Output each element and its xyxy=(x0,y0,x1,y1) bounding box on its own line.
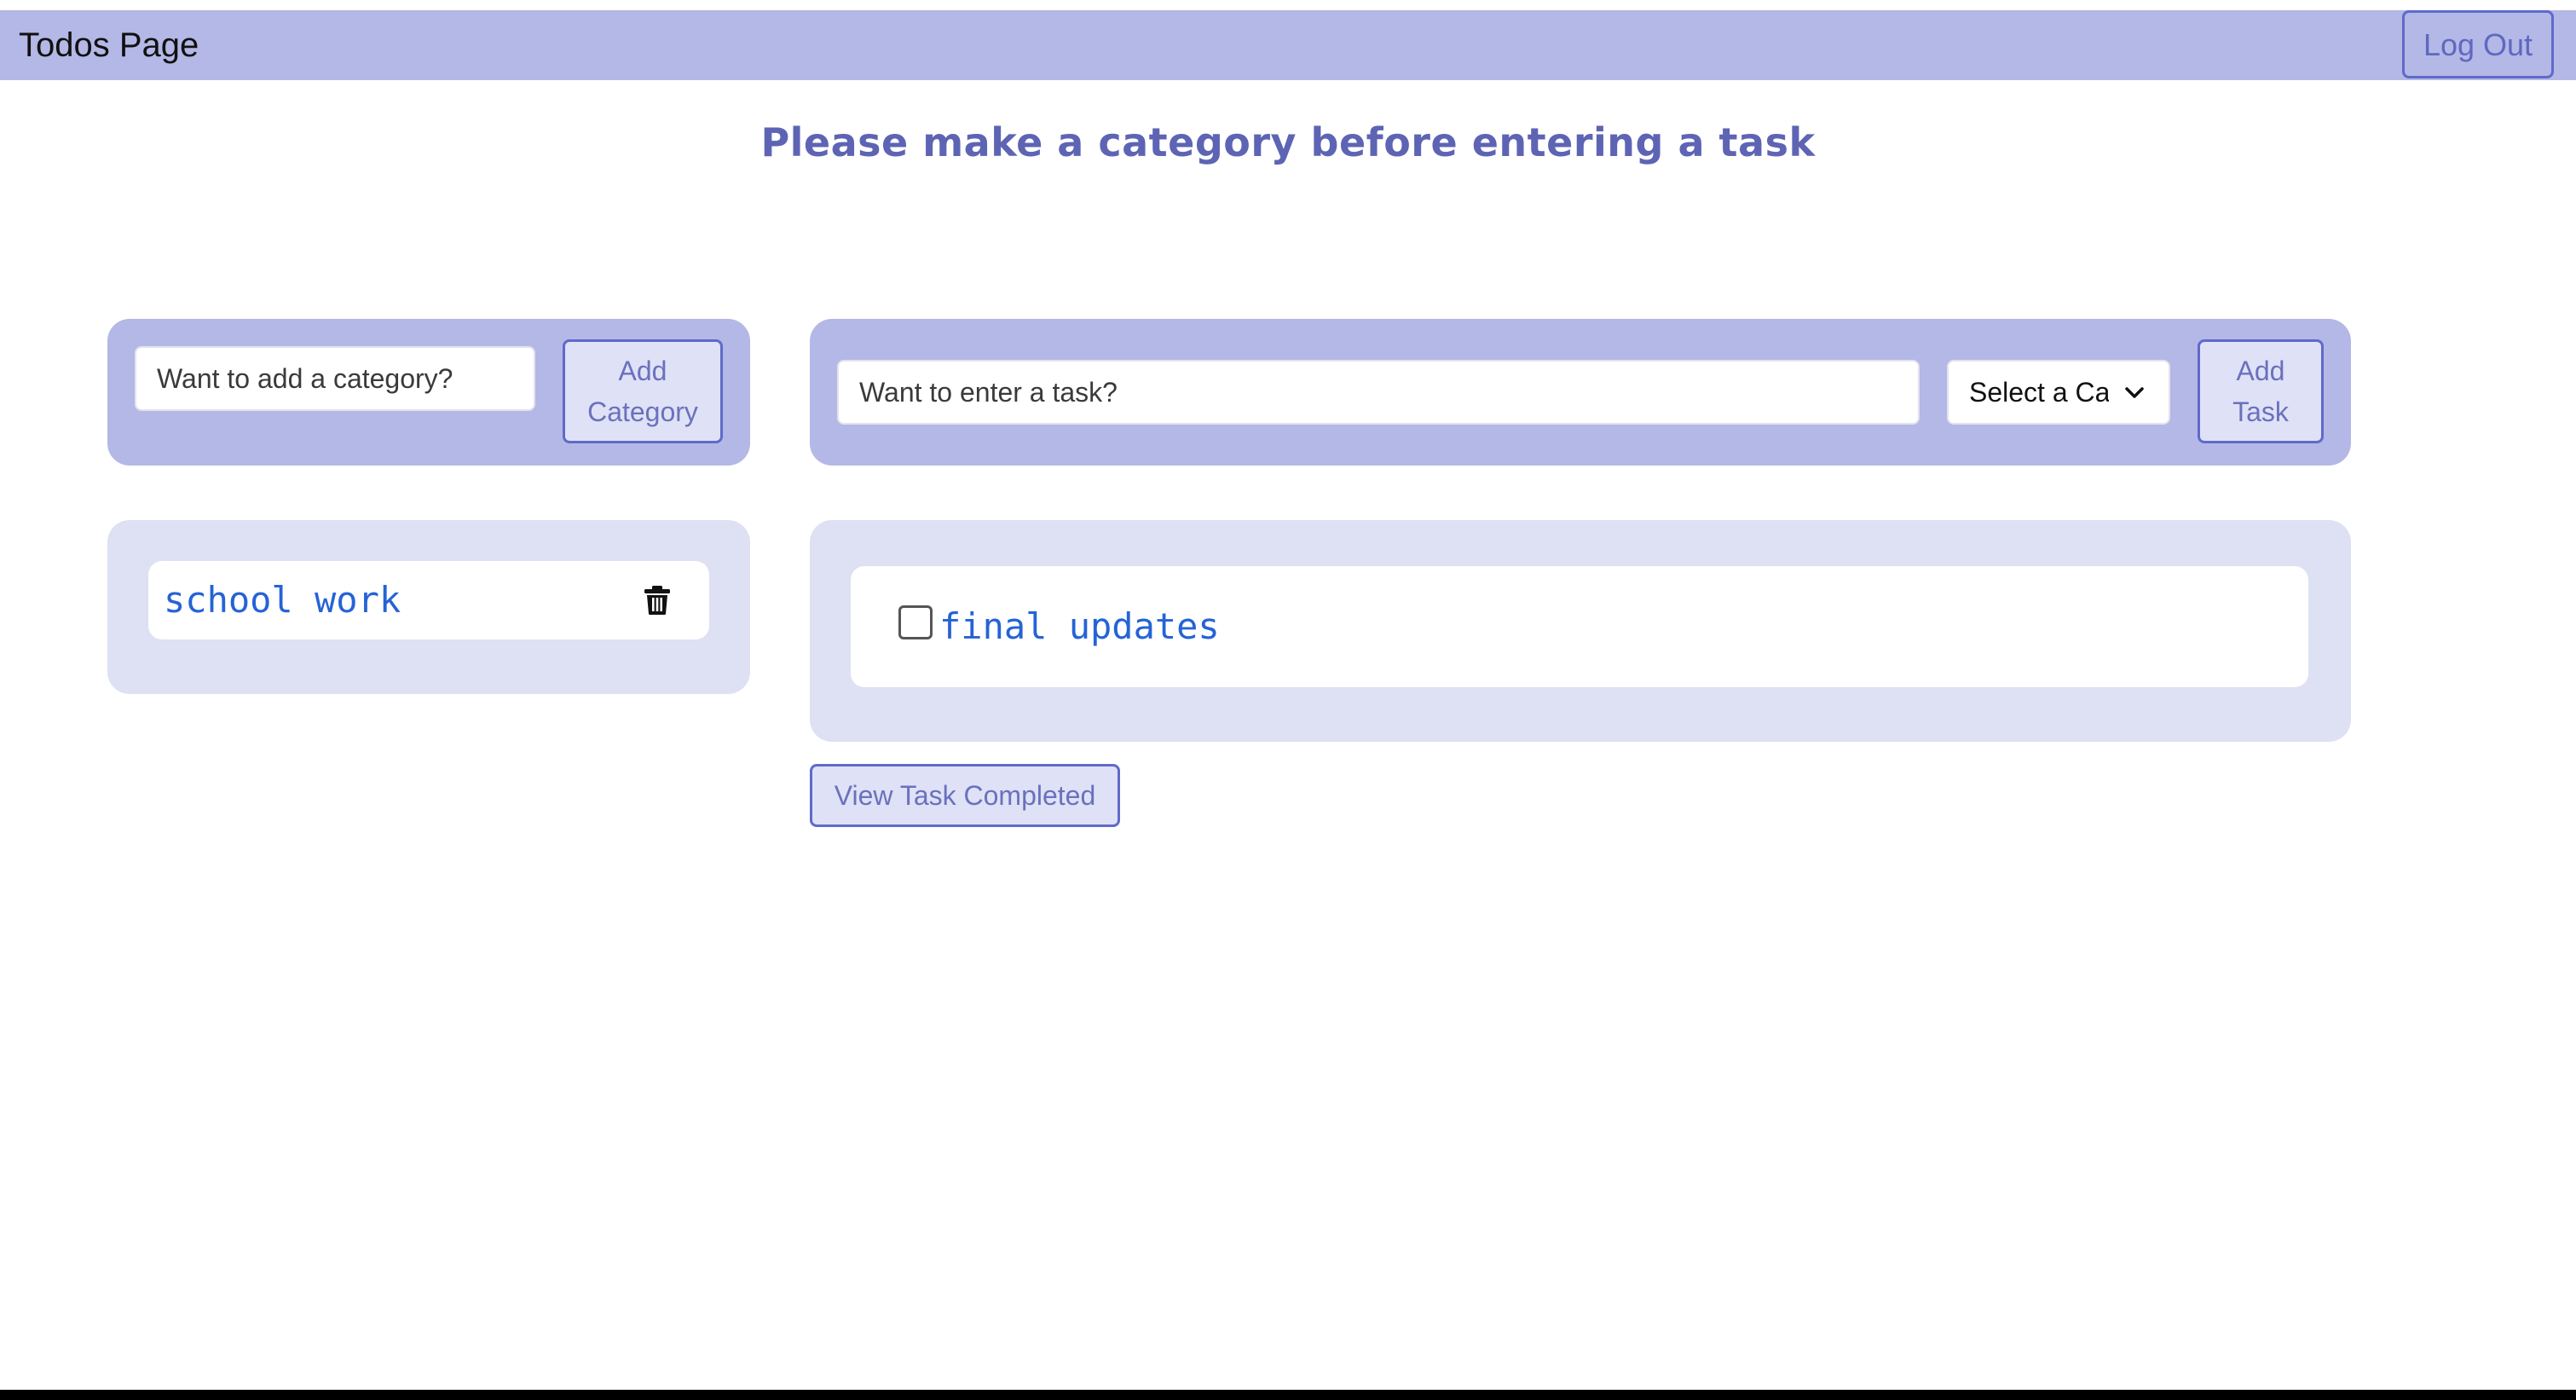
category-name: school work xyxy=(164,579,401,621)
task-item: final updates xyxy=(851,566,2308,687)
top-edge xyxy=(0,0,2576,10)
add-category-label-line1: Add xyxy=(618,356,667,386)
category-form-panel: Add Category xyxy=(107,319,750,466)
category-input[interactable] xyxy=(135,346,535,411)
page-title: Todos Page xyxy=(19,26,199,64)
bottom-edge xyxy=(0,1390,2576,1400)
task-checkbox[interactable] xyxy=(898,605,933,639)
task-form-panel: Select a Ca Add Task xyxy=(810,319,2351,466)
navbar: Todos Page Log Out xyxy=(0,10,2576,80)
trash-icon[interactable] xyxy=(643,585,672,616)
task-input[interactable] xyxy=(837,360,1920,425)
add-category-label-line2: Category xyxy=(587,396,698,427)
add-task-label-line2: Task xyxy=(2232,396,2289,427)
app-window: Todos Page Log Out Please make a categor… xyxy=(0,0,2576,1400)
category-select-value: Select a Ca xyxy=(1969,377,2109,408)
notice-heading: Please make a category before entering a… xyxy=(760,119,1816,165)
view-completed-button[interactable]: View Task Completed xyxy=(810,764,1120,827)
chevron-down-icon xyxy=(2125,387,2144,398)
add-task-button[interactable]: Add Task xyxy=(2198,339,2324,443)
category-list-panel: school work xyxy=(107,520,750,694)
add-task-label-line1: Add xyxy=(2236,356,2285,386)
category-item[interactable]: school work xyxy=(148,561,709,639)
logout-button[interactable]: Log Out xyxy=(2402,10,2554,78)
add-category-button[interactable]: Add Category xyxy=(563,339,723,443)
category-select[interactable]: Select a Ca xyxy=(1947,360,2170,425)
task-list-panel: final updates xyxy=(810,520,2351,742)
task-text: final updates xyxy=(939,605,1220,647)
